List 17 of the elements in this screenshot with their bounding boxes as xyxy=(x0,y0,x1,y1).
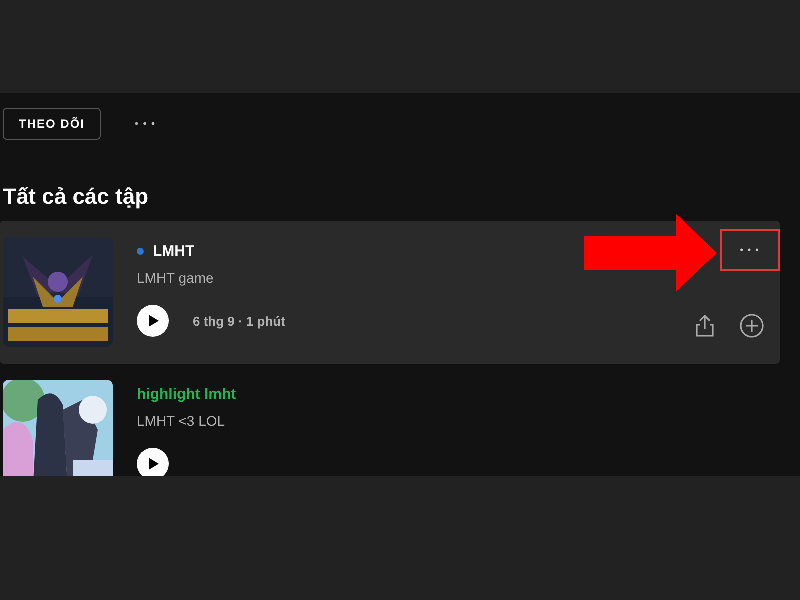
play-button[interactable] xyxy=(137,448,169,476)
new-episode-dot xyxy=(137,248,144,254)
episode-card[interactable]: highlight lmht LMHT <3 LOL xyxy=(0,364,780,476)
more-options-button[interactable]: • • • xyxy=(135,118,156,130)
follow-button[interactable]: THEO DÕI xyxy=(3,108,101,140)
play-icon xyxy=(146,314,160,328)
more-options-button[interactable]: • • • xyxy=(720,229,780,271)
play-button[interactable] xyxy=(137,305,169,337)
episode-description: LMHT <3 LOL xyxy=(137,413,226,431)
section-heading: Tất cả các tập xyxy=(3,184,150,211)
episode-description: LMHT game xyxy=(137,270,215,288)
episode-title[interactable]: highlight lmht xyxy=(137,386,236,402)
add-icon[interactable] xyxy=(739,313,765,339)
episode-card[interactable]: LMHT LMHT game 6 thg 9 · 1 phút • • • xyxy=(0,221,780,364)
episode-meta: 6 thg 9 · 1 phút xyxy=(193,314,286,328)
play-icon xyxy=(146,457,160,471)
episode-title[interactable]: LMHT xyxy=(153,242,195,260)
